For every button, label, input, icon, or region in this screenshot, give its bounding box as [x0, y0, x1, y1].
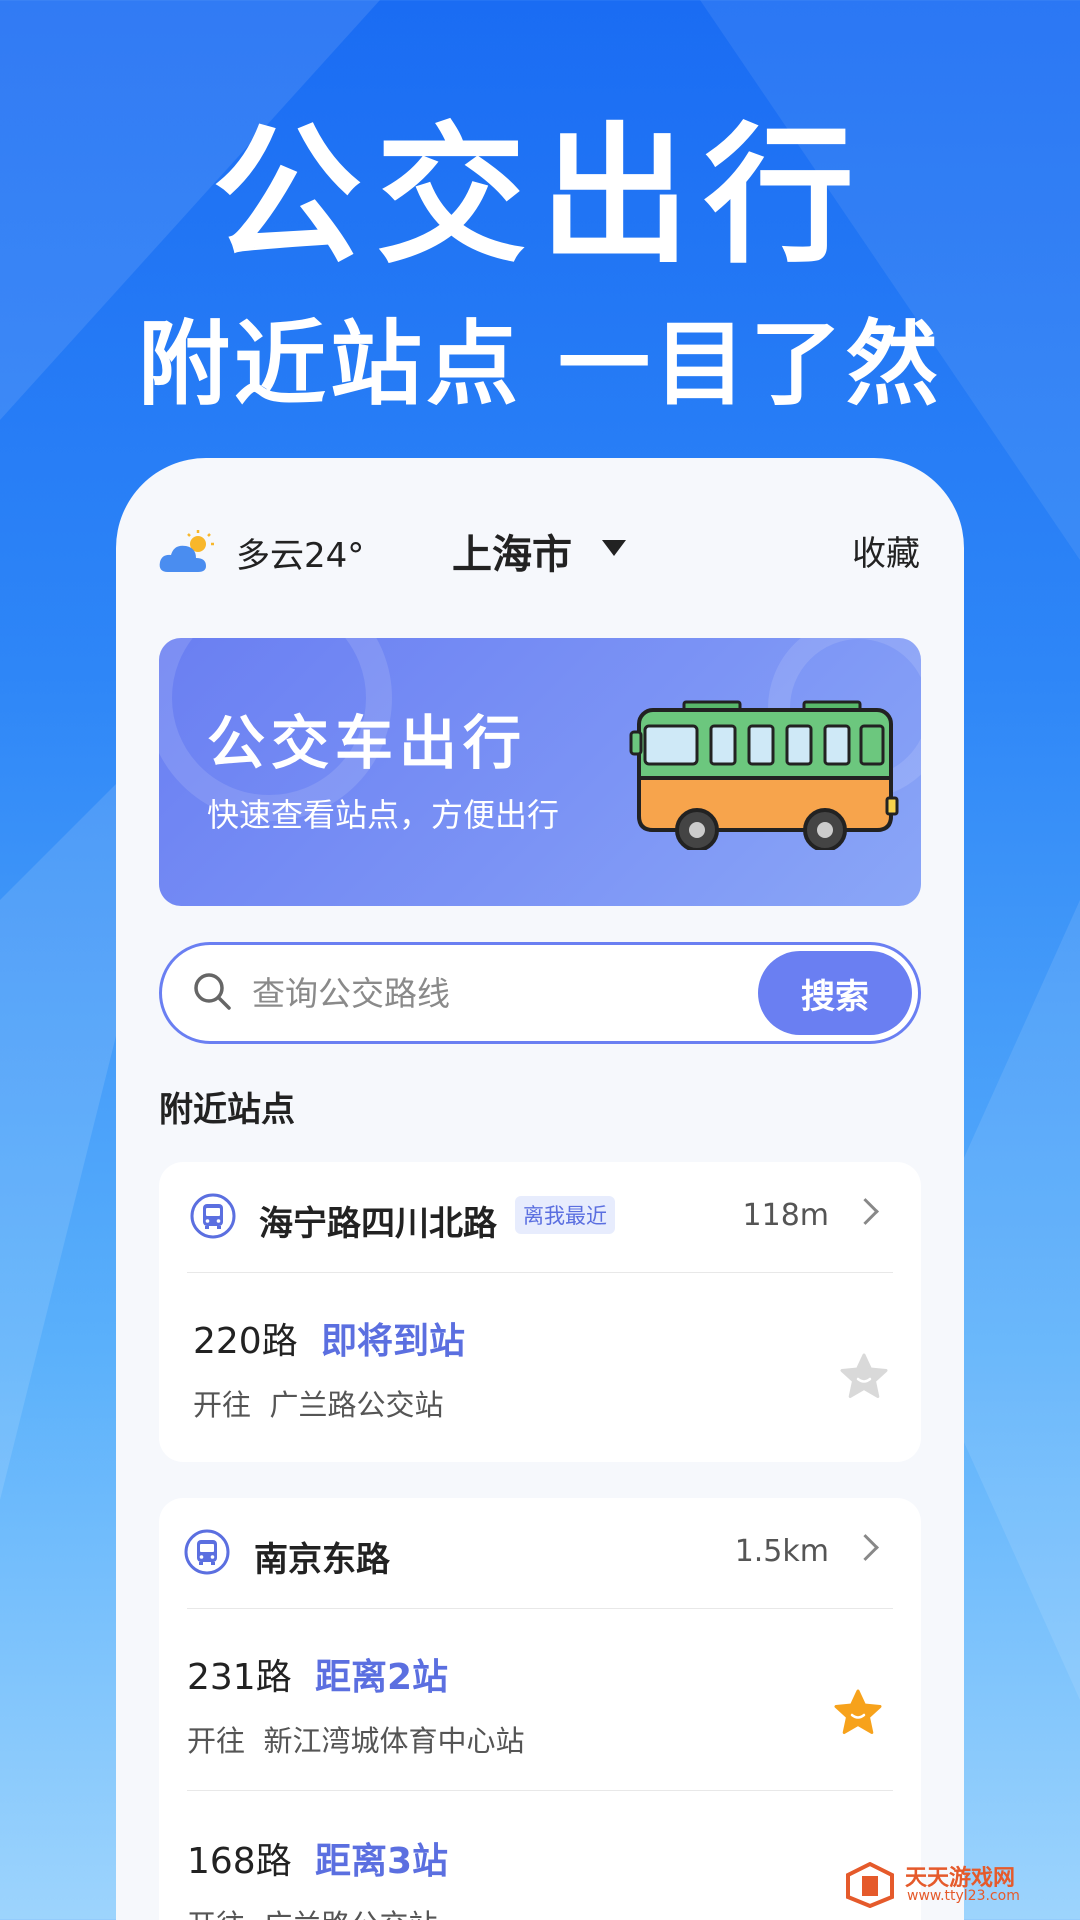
- favorite-star-icon[interactable]: [833, 1688, 883, 1738]
- phone-screen: 多云24° 上海市 收藏 公交车出行 快速查看站点，方便出行 查询公交路线 搜索…: [116, 458, 964, 1920]
- city-selector[interactable]: 上海市: [452, 522, 572, 580]
- route-destination: 开往 新江湾城体育中心站: [187, 1724, 525, 1758]
- top-bar: 多云24° 上海市 收藏: [116, 518, 964, 598]
- stop-name: 海宁路四川北路: [259, 1204, 497, 1244]
- divider: [187, 1790, 893, 1791]
- bus-stop-icon: [190, 1193, 236, 1239]
- route-number: 231路: [187, 1657, 292, 1698]
- promo-banner[interactable]: 公交车出行 快速查看站点，方便出行: [159, 638, 921, 906]
- route-status: 距离3站: [315, 1841, 449, 1882]
- hero-title: 公交出行: [211, 110, 868, 284]
- route-destination: 开往 广兰路公交站: [187, 1902, 437, 1920]
- weather-label: 多云24°: [236, 536, 365, 576]
- chevron-right-icon[interactable]: [852, 1198, 879, 1225]
- watermark-url: www.ttyl23.com: [907, 1888, 1020, 1904]
- route-row[interactable]: 168路 距离3站 开往 广兰路公交站: [187, 1832, 887, 1920]
- favorite-star-icon[interactable]: [839, 1352, 889, 1402]
- divider: [187, 1608, 893, 1609]
- hero-subtitle: 附近站点 一目了然: [137, 311, 943, 418]
- banner-title: 公交车出行: [207, 709, 528, 777]
- route-row[interactable]: 231路 距离2站 开往 新江湾城体育中心站: [187, 1648, 887, 1798]
- section-title: 附近站点: [159, 1090, 295, 1130]
- partly-cloudy-icon: [159, 530, 214, 572]
- route-number: 220路: [193, 1321, 298, 1362]
- divider: [187, 1272, 893, 1273]
- route-status: 即将到站: [321, 1321, 466, 1362]
- chevron-right-icon[interactable]: [852, 1534, 879, 1561]
- route-destination: 开往 广兰路公交站: [193, 1388, 444, 1422]
- search-bar: 搜索: [159, 942, 921, 1044]
- search-icon: [194, 973, 231, 1010]
- stop-header[interactable]: 海宁路四川北路 离我最近 118m: [159, 1162, 921, 1272]
- route-status: 距离2站: [315, 1657, 449, 1698]
- search-input[interactable]: [250, 967, 654, 1019]
- route-row[interactable]: 220路 即将到站 开往 广兰路公交站: [193, 1312, 893, 1462]
- nearest-badge: 离我最近: [515, 1196, 615, 1234]
- stop-header[interactable]: 南京东路 1.5km: [159, 1498, 921, 1608]
- stop-distance: 1.5km: [734, 1534, 829, 1569]
- search-button[interactable]: 搜索: [758, 951, 912, 1035]
- route-number: 168路: [187, 1841, 292, 1882]
- bus-stop-icon: [184, 1529, 230, 1575]
- stop-distance: 118m: [742, 1198, 829, 1233]
- bus-illustration-icon: [629, 700, 899, 850]
- stop-card: 海宁路四川北路 离我最近 118m 220路 即将到站 开往 广兰路公交站: [159, 1162, 921, 1462]
- stop-card: 南京东路 1.5km 231路 距离2站 开往 新江湾城体育中心站 168路 距…: [159, 1498, 921, 1920]
- watermark: 天天游戏网 www.ttyl23.com: [845, 1860, 1065, 1910]
- favorites-link[interactable]: 收藏: [852, 526, 920, 575]
- banner-subtitle: 快速查看站点，方便出行: [207, 796, 560, 834]
- caret-down-icon[interactable]: [602, 540, 626, 556]
- stop-name: 南京东路: [254, 1540, 390, 1580]
- watermark-logo-icon: [846, 1862, 894, 1908]
